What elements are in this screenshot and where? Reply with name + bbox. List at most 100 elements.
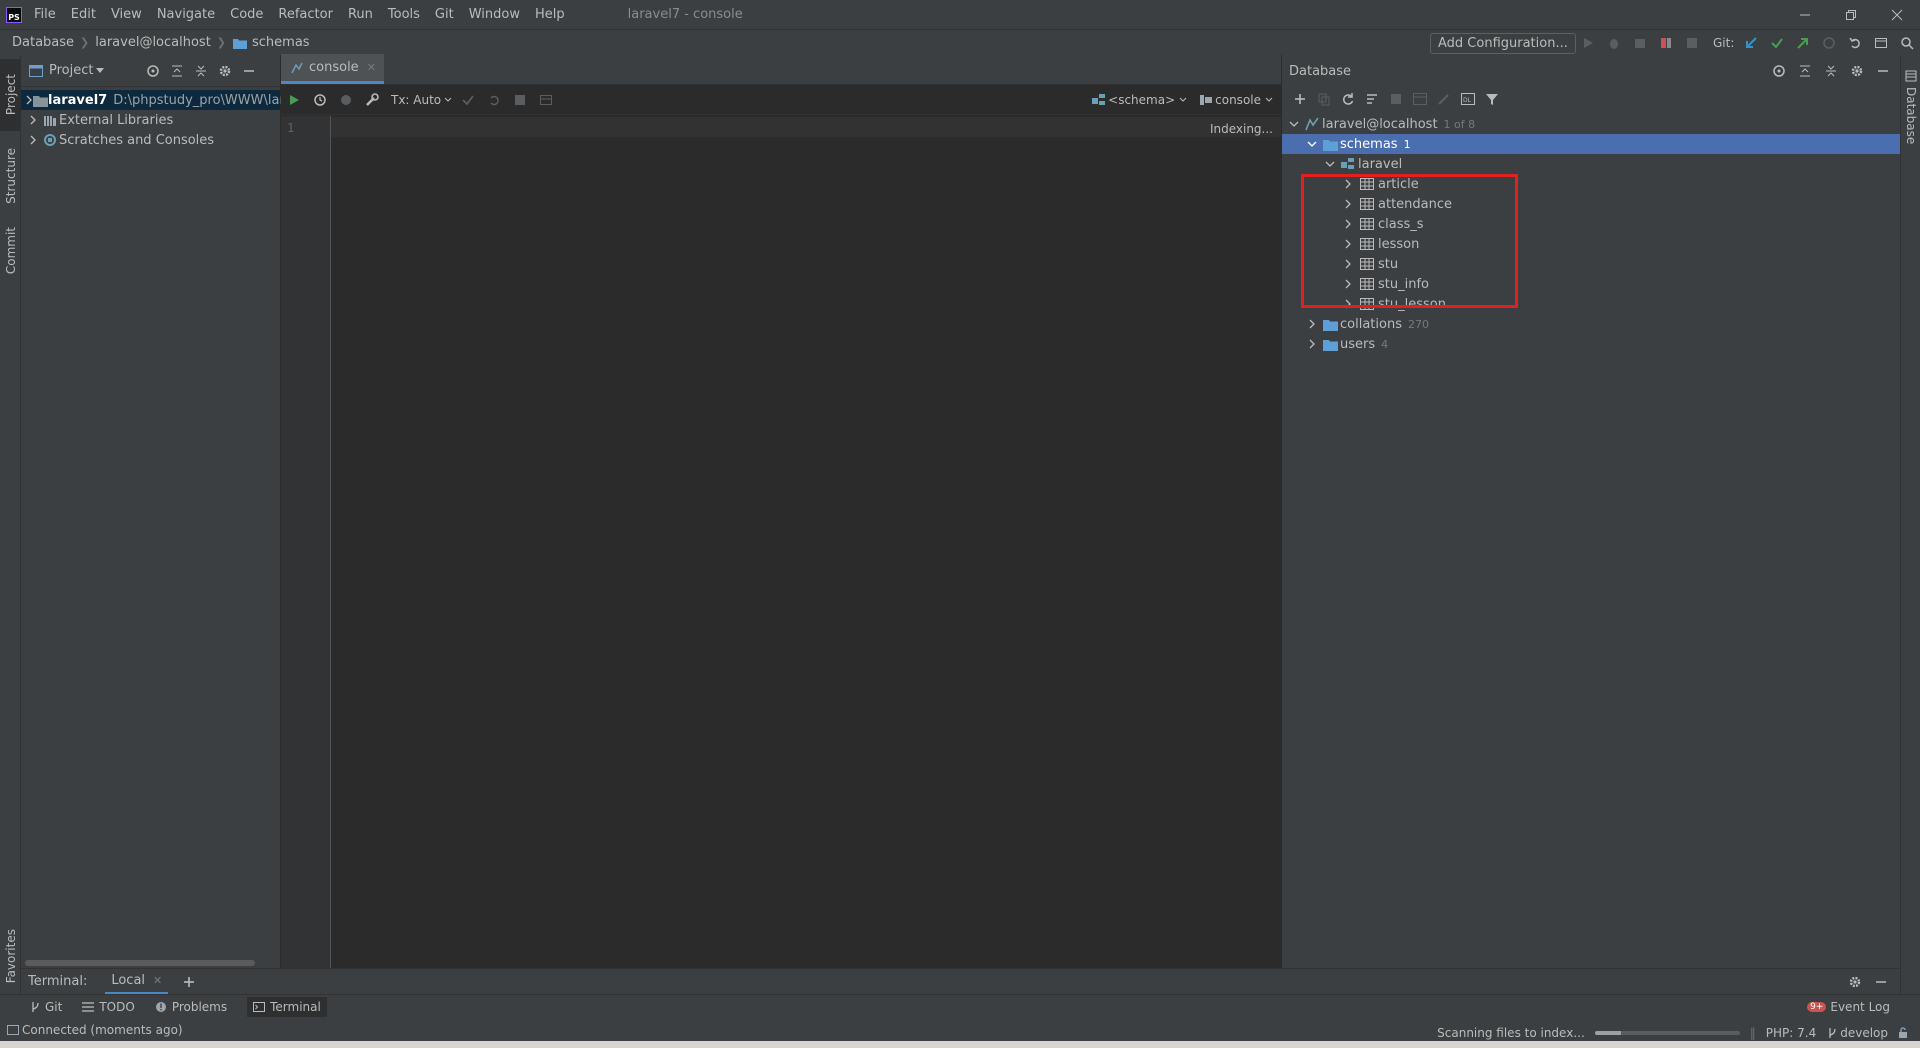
project-panel-title[interactable]: Project — [49, 63, 93, 78]
chevron-right-icon[interactable] — [1340, 236, 1356, 252]
restore-button[interactable] — [1828, 0, 1874, 29]
status-panel-icon[interactable] — [4, 1019, 22, 1041]
collapse-all-icon[interactable] — [189, 60, 213, 82]
attach-debugger-icon[interactable] — [1653, 32, 1679, 54]
stop-icon[interactable] — [1384, 89, 1408, 109]
tree-item-table[interactable]: stu — [1282, 254, 1901, 274]
chevron-right-icon[interactable] — [25, 92, 33, 108]
tool-tab-commit[interactable]: Commit — [0, 221, 21, 281]
chevron-right-icon[interactable] — [1340, 296, 1356, 312]
tool-tab-project[interactable]: Project — [0, 59, 21, 131]
chevron-right-icon[interactable] — [1340, 176, 1356, 192]
tool-tab-terminal[interactable]: Terminal — [247, 997, 327, 1017]
debug-icon[interactable] — [1601, 32, 1627, 54]
cancel-running-icon[interactable] — [333, 89, 359, 111]
add-icon[interactable] — [1288, 89, 1312, 109]
hide-panel-icon[interactable] — [1870, 971, 1892, 993]
select-opened-icon[interactable] — [1766, 60, 1792, 82]
tree-item-table[interactable]: stu_lesson — [1282, 294, 1901, 314]
tool-tab-problems[interactable]: Problems — [155, 1000, 227, 1014]
tree-item-table[interactable]: stu_info — [1282, 274, 1901, 294]
gear-icon[interactable] — [1844, 971, 1866, 993]
chevron-down-icon[interactable] — [441, 89, 455, 111]
rollback-icon[interactable] — [481, 89, 507, 111]
tool-tab-todo[interactable]: TODO — [82, 1000, 135, 1014]
menu-help[interactable]: Help — [535, 7, 565, 22]
tree-item-table[interactable]: attendance — [1282, 194, 1901, 214]
tree-item-schemas[interactable]: schemas 1 — [1282, 134, 1901, 154]
tx-mode-dropdown[interactable]: Tx: Auto — [391, 93, 441, 107]
commit-icon[interactable] — [455, 89, 481, 111]
gear-icon[interactable] — [213, 60, 237, 82]
chevron-right-icon[interactable] — [1340, 276, 1356, 292]
expand-all-icon[interactable] — [165, 60, 189, 82]
settings-wrench-icon[interactable] — [359, 89, 385, 111]
tree-item-table[interactable]: lesson — [1282, 234, 1901, 254]
tool-tab-structure[interactable]: Structure — [0, 141, 21, 211]
menu-code[interactable]: Code — [230, 7, 263, 22]
tree-item-users[interactable]: users 4 — [1282, 334, 1901, 354]
close-button[interactable] — [1874, 0, 1920, 29]
tree-item-schema-laravel[interactable]: laravel — [1282, 154, 1901, 174]
menu-window[interactable]: Window — [469, 7, 520, 22]
schema-selector[interactable]: <schema> — [1108, 93, 1175, 107]
collapse-all-icon[interactable] — [1818, 60, 1844, 82]
chevron-down-icon[interactable] — [1175, 89, 1191, 111]
filter-icon[interactable] — [1480, 89, 1504, 109]
layout-icon[interactable] — [1868, 32, 1894, 54]
edit-icon[interactable] — [1432, 89, 1456, 109]
table-view-icon[interactable] — [1408, 89, 1432, 109]
chevron-right-icon[interactable] — [1304, 316, 1320, 332]
console-selector[interactable]: console — [1215, 93, 1261, 107]
chevron-down-icon[interactable] — [1286, 116, 1302, 132]
menu-run[interactable]: Run — [348, 7, 373, 22]
tool-tab-database[interactable]: Database — [1901, 65, 1920, 144]
refresh-icon[interactable] — [1336, 89, 1360, 109]
chevron-down-icon[interactable] — [1304, 136, 1320, 152]
history-icon[interactable] — [307, 89, 333, 111]
search-icon[interactable] — [1894, 32, 1920, 54]
sql-code-area[interactable] — [332, 116, 1281, 968]
breadcrumb-schemas[interactable]: schemas — [252, 35, 310, 50]
pause-icon[interactable]: ‖ — [1750, 1026, 1756, 1040]
git-push-icon[interactable] — [1790, 32, 1816, 54]
chevron-right-icon[interactable] — [1340, 256, 1356, 272]
tree-item-table[interactable]: article — [1282, 174, 1901, 194]
tree-item-table[interactable]: class_s — [1282, 214, 1901, 234]
chevron-right-icon[interactable] — [1340, 196, 1356, 212]
terminal-tab-local[interactable]: Local ✕ — [105, 969, 169, 995]
chevron-down-icon[interactable] — [1261, 89, 1277, 111]
properties-icon[interactable] — [1360, 89, 1384, 109]
chevron-down-icon[interactable] — [1322, 156, 1338, 172]
run-icon[interactable] — [1575, 32, 1601, 54]
execute-icon[interactable] — [281, 89, 307, 111]
expand-all-icon[interactable] — [1792, 60, 1818, 82]
minimize-button[interactable] — [1782, 0, 1828, 29]
tree-item-laravel7[interactable]: laravel7 D:\phpstudy_pro\WWW\lara — [21, 90, 293, 110]
tab-console[interactable]: console ✕ — [281, 54, 384, 84]
gear-icon[interactable] — [1844, 60, 1870, 82]
menu-file[interactable]: File — [34, 7, 56, 22]
tool-tab-favorites[interactable]: Favorites — [0, 917, 21, 995]
breadcrumb-connection[interactable]: laravel@localhost — [95, 35, 211, 50]
new-terminal-icon[interactable] — [178, 971, 200, 993]
php-version[interactable]: PHP: 7.4 — [1766, 1026, 1816, 1040]
close-tab-icon[interactable]: ✕ — [153, 974, 162, 987]
breadcrumb-database[interactable]: Database — [12, 35, 74, 50]
tree-item-collations[interactable]: collations 270 — [1282, 314, 1901, 334]
select-opened-file-icon[interactable] — [141, 60, 165, 82]
add-configuration-button[interactable]: Add Configuration... — [1430, 33, 1576, 54]
hide-panel-icon[interactable] — [1870, 60, 1896, 82]
chevron-right-icon[interactable] — [1304, 336, 1320, 352]
tree-item-scratches[interactable]: Scratches and Consoles — [21, 130, 280, 150]
menu-navigate[interactable]: Navigate — [157, 7, 215, 22]
git-update-icon[interactable] — [1738, 32, 1764, 54]
ddl-icon[interactable]: DL — [1456, 89, 1480, 109]
menu-refactor[interactable]: Refactor — [278, 7, 333, 22]
menu-edit[interactable]: Edit — [71, 7, 96, 22]
menu-view[interactable]: View — [111, 7, 142, 22]
chevron-right-icon[interactable] — [25, 132, 41, 148]
copy-icon[interactable] — [1312, 89, 1336, 109]
output-icon[interactable] — [533, 89, 559, 111]
chevron-right-icon[interactable] — [1340, 216, 1356, 232]
